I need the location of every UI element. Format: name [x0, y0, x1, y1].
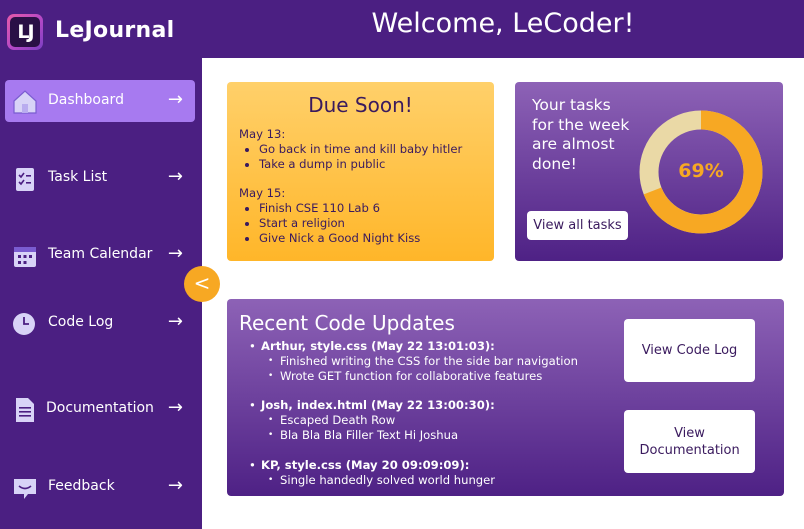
code-update-heading: Josh, index.html (May 22 13:00:30): — [261, 398, 495, 413]
sidebar-item-feedback[interactable]: Feedback → — [5, 466, 195, 508]
collapse-sidebar-button[interactable]: < — [184, 266, 220, 302]
list-item: Wrote GET function for collaborative fea… — [268, 369, 578, 384]
top-bar: LJ LeJournal Welcome, LeCoder! — [0, 0, 804, 58]
code-update-heading: Arthur, style.css (May 22 13:01:03): — [261, 339, 495, 353]
tasks-progress-card: Your tasks for the week are almost done!… — [515, 82, 783, 261]
arrow-right-icon: → — [167, 243, 183, 264]
code-update-entry: Josh, index.html (May 22 13:00:30): Esca… — [249, 398, 578, 442]
view-documentation-button[interactable]: View Documentation — [624, 410, 755, 473]
view-all-tasks-button[interactable]: View all tasks — [527, 211, 628, 240]
view-code-log-label: View Code Log — [641, 343, 738, 358]
sidebar-item-documentation[interactable]: Documentation → — [5, 388, 195, 430]
progress-percent: 69% — [678, 160, 724, 182]
due-soon-card: Due Soon! May 13: Go back in time and ki… — [227, 82, 494, 261]
clock-icon — [13, 313, 35, 335]
arrow-right-icon: → — [167, 89, 183, 110]
sidebar-item-code-log[interactable]: Code Log → — [5, 302, 195, 344]
home-icon — [13, 90, 37, 114]
due-date: May 13: — [239, 127, 286, 141]
sidebar-item-dashboard[interactable]: Dashboard → — [5, 80, 195, 122]
code-updates-title: Recent Code Updates — [239, 311, 455, 335]
list-item: Start a religion — [259, 216, 462, 231]
list-item: Finished writing the CSS for the side ba… — [268, 354, 578, 369]
arrow-right-icon: → — [167, 397, 183, 418]
app-title: LeJournal — [55, 18, 175, 43]
tasks-message: Your tasks for the week are almost done! — [532, 96, 630, 173]
arrow-right-icon: → — [167, 311, 183, 332]
sidebar-item-label: Task List — [48, 169, 108, 185]
list-item: Take a dump in public — [259, 157, 462, 172]
page-title: Welcome, LeCoder! — [371, 8, 635, 39]
code-update-entry: KP, style.css (May 20 09:09:09): Single … — [249, 458, 578, 488]
feedback-icon — [14, 479, 36, 499]
view-documentation-label: View Documentation — [639, 425, 740, 458]
list-item: Escaped Death Row — [268, 413, 578, 428]
checklist-icon — [16, 168, 34, 191]
list-item: Give Nick a Good Night Kiss — [259, 231, 462, 246]
sidebar-item-label: Team Calendar — [48, 246, 153, 262]
list-item: Finish CSE 110 Lab 6 — [259, 201, 462, 216]
app-logo[interactable]: LJ — [7, 14, 43, 50]
due-date: May 15: — [239, 186, 286, 201]
due-soon-list: May 13: Go back in time and kill baby hi… — [239, 127, 462, 245]
view-code-log-button[interactable]: View Code Log — [624, 319, 755, 382]
sidebar: Dashboard → Task List → Team Calendar → … — [0, 58, 202, 529]
list-item: Bla Bla Bla Filler Text Hi Joshua — [268, 428, 578, 443]
arrow-right-icon: → — [167, 166, 183, 187]
arrow-right-icon: → — [167, 475, 183, 496]
code-updates-list: Arthur, style.css (May 22 13:01:03): Fin… — [249, 339, 578, 487]
sidebar-item-task-list[interactable]: Task List → — [5, 157, 195, 199]
sidebar-item-label: Documentation — [46, 400, 154, 416]
sidebar-item-label: Code Log — [48, 314, 114, 330]
code-update-entry: Arthur, style.css (May 22 13:01:03): Fin… — [249, 339, 578, 383]
sidebar-item-label: Feedback — [48, 478, 115, 494]
chevron-left-icon: < — [193, 271, 211, 295]
due-soon-title: Due Soon! — [308, 93, 413, 117]
calendar-icon — [14, 247, 36, 267]
list-item: Single handedly solved world hunger — [268, 473, 578, 488]
sidebar-item-label: Dashboard — [48, 92, 124, 108]
code-update-heading: KP, style.css (May 20 09:09:09): — [261, 457, 470, 472]
recent-code-updates-card: Recent Code Updates Arthur, style.css (M… — [227, 299, 784, 496]
sidebar-item-team-calendar[interactable]: Team Calendar → — [5, 234, 195, 276]
document-icon — [16, 398, 34, 422]
logo-mark: LJ — [10, 17, 40, 47]
list-item: Go back in time and kill baby hitler — [259, 142, 462, 157]
